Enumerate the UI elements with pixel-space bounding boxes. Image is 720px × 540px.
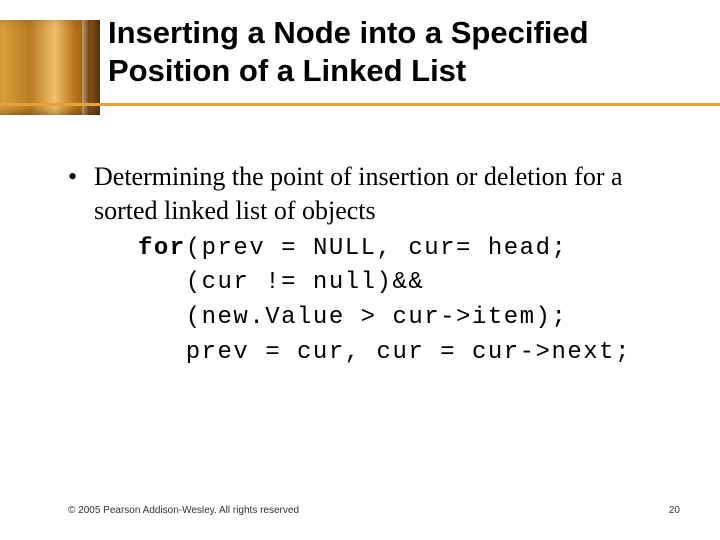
code-block: for(prev = NULL, cur= head; (cur != null… [138,232,680,371]
page-number: 20 [669,505,680,516]
footer: © 2005 Pearson Addison-Wesley. All right… [68,505,680,516]
slide-title: Inserting a Node into a Specified Positi… [108,14,700,90]
copyright-text: © 2005 Pearson Addison-Wesley. All right… [68,505,299,516]
title-underline [0,103,720,106]
code-line-4: prev = cur, cur = cur->next; [138,339,631,366]
slide-body: Determining the point of insertion or de… [68,160,680,379]
code-line-1: (prev = NULL, cur= head; [186,235,568,262]
code-keyword-for: for [138,235,186,262]
bullet-list: Determining the point of insertion or de… [68,160,680,371]
title-area: Inserting a Node into a Specified Positi… [0,14,720,90]
code-line-3: (new.Value > cur->item); [138,304,567,331]
bullet-item: Determining the point of insertion or de… [68,160,680,371]
code-line-2: (cur != null)&& [138,269,424,296]
bullet-text: Determining the point of insertion or de… [94,162,623,225]
